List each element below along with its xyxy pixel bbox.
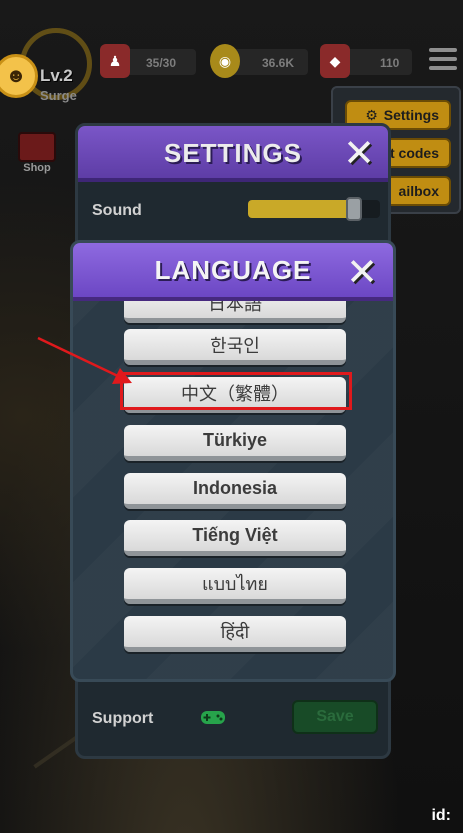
- rank-text: Surge: [40, 88, 77, 103]
- language-panel: LANGUAGE ✕ 日本語 한국인 中文（繁體） Türkiye Indone…: [70, 240, 396, 682]
- save-button[interactable]: Save: [292, 700, 378, 734]
- resource-value-gems: 110: [380, 56, 400, 70]
- language-option-turkish[interactable]: Türkiye: [124, 425, 346, 461]
- language-option-japanese[interactable]: 日本語: [124, 301, 346, 323]
- language-option-thai[interactable]: แบบไทย: [124, 568, 346, 604]
- level-text: Lv.2: [40, 66, 73, 85]
- settings-close-icon[interactable]: ✕: [338, 130, 380, 176]
- language-option-korean[interactable]: 한국인: [124, 329, 346, 365]
- id-label: id:: [431, 807, 451, 824]
- worker-icon: ♟: [100, 44, 130, 78]
- sound-slider-handle[interactable]: [345, 197, 362, 221]
- menu-item-mailbox-label: ailbox: [398, 183, 439, 199]
- sound-label: Sound: [92, 202, 142, 219]
- resource-value-gold: 36.6K: [262, 56, 295, 70]
- language-list[interactable]: 日本語 한국인 中文（繁體） Türkiye Indonesia Tiếng V…: [73, 301, 393, 679]
- language-option-vietnamese[interactable]: Tiếng Việt: [124, 520, 346, 556]
- sound-slider-fill: [248, 200, 354, 218]
- language-option-indonesian[interactable]: Indonesia: [124, 473, 346, 509]
- resource-value-workers: 35/30: [146, 56, 177, 70]
- language-close-icon[interactable]: ✕: [341, 249, 383, 295]
- language-header: LANGUAGE ✕: [73, 243, 393, 301]
- gamepad-icon[interactable]: [200, 708, 226, 726]
- support-label: Support: [92, 710, 154, 727]
- menu-item-settings-label: Settings: [383, 107, 439, 123]
- menu-item-gift-codes-label: ft codes: [385, 145, 439, 161]
- shop-label: Shop: [23, 162, 51, 174]
- language-option-hindi[interactable]: हिंदी: [124, 616, 346, 652]
- gear-icon: ⚙: [365, 106, 378, 123]
- shop-button[interactable]: Shop: [14, 130, 60, 174]
- shop-icon: [18, 132, 56, 162]
- gem-icon: ◆: [320, 44, 350, 78]
- menu-hamburger-icon[interactable]: [429, 48, 457, 70]
- gold-coin-icon: ◉: [210, 44, 240, 78]
- sound-slider[interactable]: [248, 197, 380, 221]
- selection-highlight-box: [120, 372, 352, 410]
- settings-header: SETTINGS ✕: [78, 126, 388, 182]
